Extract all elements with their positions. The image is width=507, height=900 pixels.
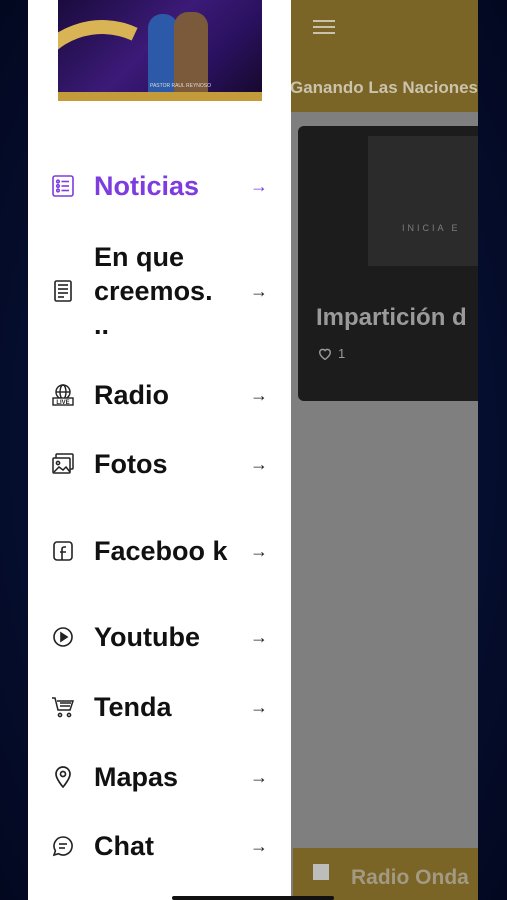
card-image-text: INICIA E <box>402 223 461 233</box>
arrow-right-icon: → <box>250 766 268 787</box>
news-card[interactable]: INICIA E Impartición d 1 <box>298 126 478 401</box>
menu-item-label: Mapas <box>94 762 179 792</box>
map-pin-icon <box>50 764 76 790</box>
drawer-banner: PASTOR RAUL REYNOSO <box>58 0 262 101</box>
photos-icon <box>50 451 76 477</box>
chat-icon <box>50 833 76 859</box>
arrow-right-icon: → <box>250 175 268 196</box>
menu-item-label: Fotos <box>94 449 168 479</box>
arrow-right-icon: → <box>250 835 268 856</box>
card-likes[interactable]: 1 <box>318 346 345 361</box>
menu-item-tenda[interactable]: Tenda → <box>28 688 291 726</box>
facebook-icon <box>50 538 76 564</box>
likes-count: 1 <box>338 346 346 361</box>
menu-item-label: Radio <box>94 380 170 410</box>
arrow-right-icon: → <box>250 626 268 647</box>
arrow-right-icon: → <box>250 384 268 405</box>
document-icon <box>50 278 76 304</box>
svg-text:LIVE: LIVE <box>56 400 69 406</box>
menu-item-label: Tenda <box>94 692 172 722</box>
play-circle-icon <box>50 624 76 650</box>
app-title: Ganando Las Naciones <box>290 78 478 97</box>
menu-icon[interactable] <box>313 16 335 34</box>
navigation-drawer: PASTOR RAUL REYNOSO Noticias → En que cr… <box>28 0 291 900</box>
arrow-right-icon: → <box>250 280 268 301</box>
news-list-icon <box>50 173 76 199</box>
arrow-right-icon: → <box>250 453 268 474</box>
cart-icon <box>50 694 76 720</box>
menu-item-label: En que creemos. .. <box>94 242 213 340</box>
menu-item-label: Chat <box>94 831 154 861</box>
heart-icon <box>319 348 331 360</box>
menu-item-chat[interactable]: Chat → <box>28 827 291 865</box>
stop-icon[interactable] <box>313 864 329 880</box>
home-indicator[interactable] <box>172 896 334 900</box>
app-screen: Ganando Las Naciones INICIA E Impartició… <box>28 0 478 900</box>
menu-item-radio[interactable]: LIVE Radio → <box>28 376 291 414</box>
radio-player-bar[interactable]: Radio Onda <box>293 848 478 900</box>
menu-item-label: Youtube <box>94 622 200 652</box>
arrow-right-icon: → <box>250 696 268 717</box>
menu-item-creencias[interactable]: En que creemos. .. → <box>28 240 291 342</box>
arrow-right-icon: → <box>250 540 268 561</box>
menu-item-youtube[interactable]: Youtube → <box>28 618 291 656</box>
menu-item-facebook[interactable]: Faceboo k → <box>28 516 291 586</box>
menu-item-label: Noticias <box>94 171 200 201</box>
card-title: Impartición d <box>316 304 467 331</box>
card-image <box>368 136 478 266</box>
menu-item-label: Faceboo k <box>94 536 228 566</box>
live-radio-icon: LIVE <box>50 382 76 408</box>
banner-caption: PASTOR RAUL REYNOSO <box>150 83 212 89</box>
menu-item-noticias[interactable]: Noticias → <box>28 166 291 206</box>
menu-item-fotos[interactable]: Fotos → <box>28 445 291 483</box>
radio-station-label: Radio Onda <box>351 866 469 889</box>
menu-item-mapas[interactable]: Mapas → <box>28 758 291 796</box>
